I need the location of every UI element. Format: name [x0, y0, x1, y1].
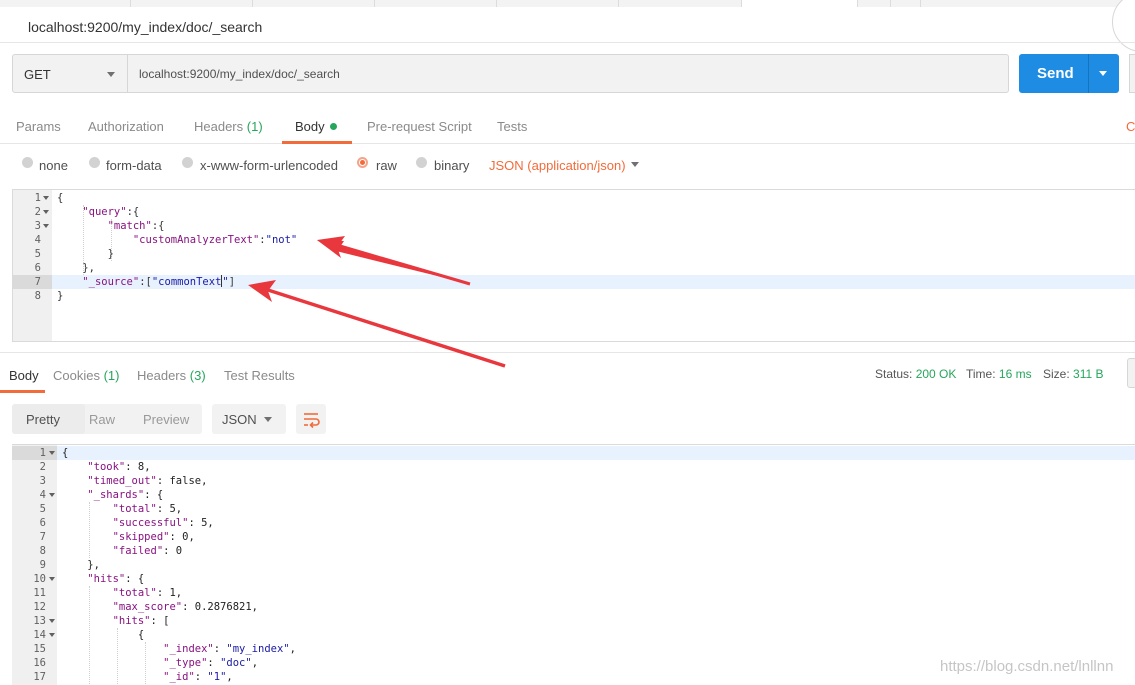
annotation-arrow	[267, 288, 506, 368]
annotation-arrow	[339, 244, 471, 286]
annotation-arrows	[248, 236, 506, 368]
watermark: https://blog.csdn.net/lnllnn	[940, 658, 1114, 675]
